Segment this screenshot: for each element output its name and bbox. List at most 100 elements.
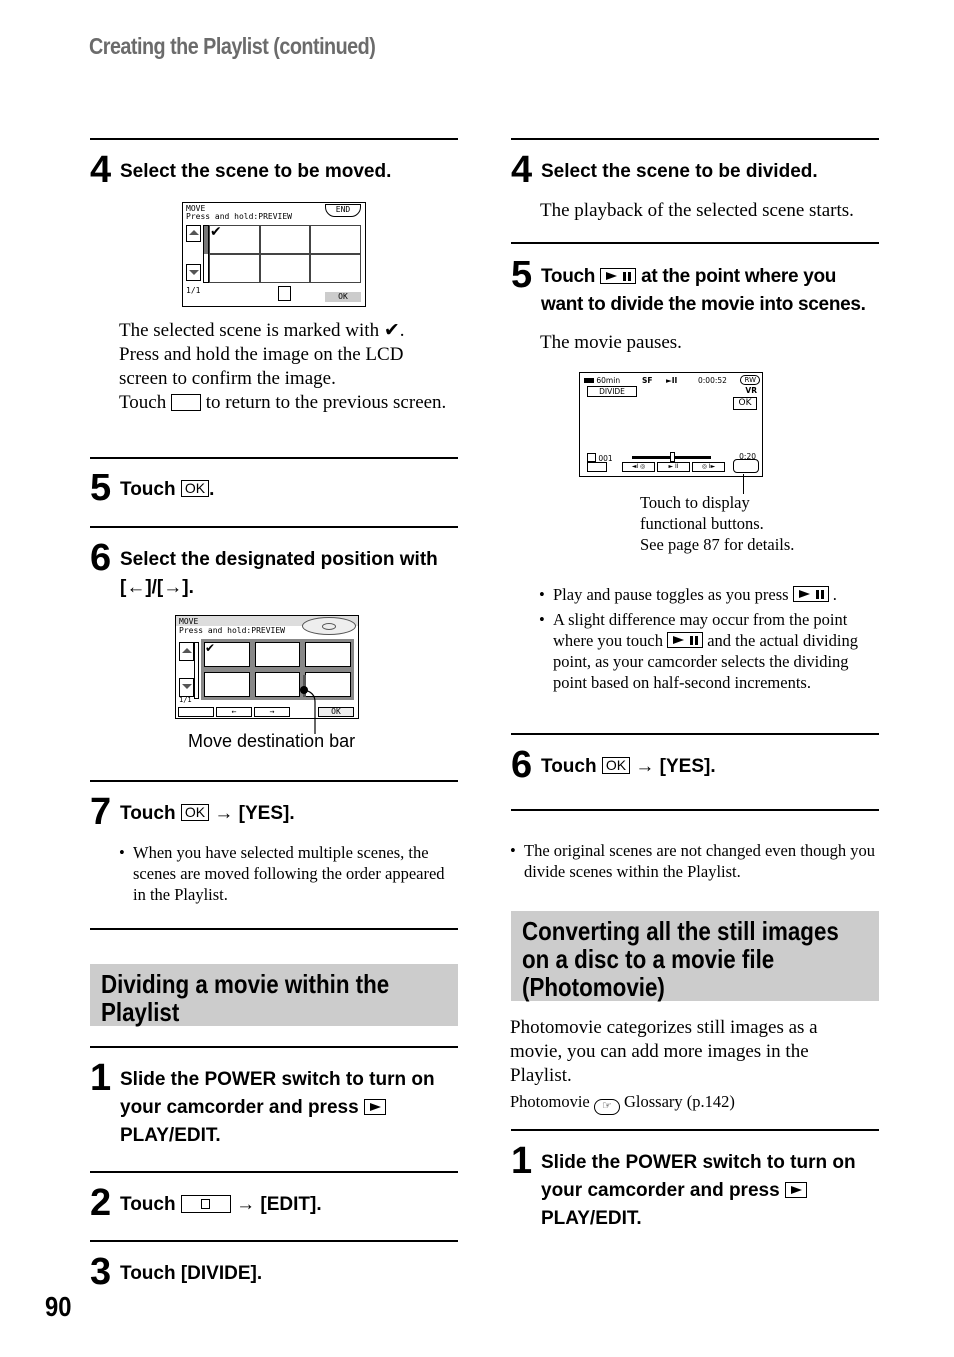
page-indicator: 1/1 <box>179 696 192 704</box>
step-1-photomovie: 1 Slide the POWER switch to turn on your… <box>511 1141 881 1233</box>
lcd-move-screen: MOVE Press and hold:PREVIEW END ✔ 1/1 OK <box>182 202 366 307</box>
glossary-reference: Photomovie ☞ Glossary (p.142) <box>510 1091 735 1115</box>
note-bullet: Play and pause toggles as you press . <box>539 584 879 605</box>
lcd-subtitle: Press and hold:PREVIEW <box>179 626 285 635</box>
step-number: 3 <box>90 1251 111 1293</box>
step-text: Select the scene to be moved. <box>120 161 392 182</box>
note-bullet: A slight difference may occur from the p… <box>539 609 879 693</box>
step-text: Touch <box>120 803 176 824</box>
step-7-move: 7 Touch OK → [YES]. <box>90 792 460 832</box>
lcd-divide-screen: 60min SF ►II 0:00:52 RW DIVIDE VR OK 001… <box>579 372 763 477</box>
step-3-divide: 3 Touch [DIVIDE]. <box>90 1252 460 1292</box>
section-title: Converting all the still images on a dis… <box>522 916 839 1002</box>
glossary-link[interactable]: Glossary (p.142) <box>624 1092 735 1111</box>
right-arrow-button[interactable]: → <box>254 707 290 717</box>
progress-handle[interactable] <box>670 452 675 462</box>
step-text: Select the scene to be divided. <box>541 161 818 182</box>
lcd-move-destination-screen: MOVE Press and hold:PREVIEW ✔ 1/1 ← → OK <box>175 615 359 719</box>
format-label: VR <box>745 386 757 395</box>
ok-icon: OK <box>180 480 210 497</box>
step-number: 6 <box>90 537 111 579</box>
divide-label: DIVIDE <box>587 386 637 397</box>
step-6-divide: 6 Touch OK → [YES]. <box>511 745 881 785</box>
timecode: 0:00:52 <box>698 376 727 385</box>
step-6-move: 6 Select the designated position with [←… <box>90 538 440 602</box>
body-line: to return to the previous screen. <box>205 392 447 413</box>
divider <box>90 138 458 140</box>
thumbnail[interactable] <box>210 255 259 282</box>
divider <box>511 809 879 811</box>
quality-icon: SF <box>642 376 653 385</box>
step-text: PLAY/EDIT. <box>120 1125 221 1146</box>
playlist-menu-icon <box>180 1195 231 1213</box>
page-indicator: 1/1 <box>186 286 201 295</box>
end-button[interactable]: END <box>325 204 361 217</box>
divider <box>511 733 879 735</box>
thumbnail[interactable] <box>204 672 250 697</box>
thumbnail[interactable] <box>254 672 301 697</box>
divider <box>511 138 879 140</box>
thumbnail[interactable] <box>311 226 360 253</box>
scroll-down-button[interactable] <box>179 678 194 697</box>
ok-button[interactable]: OK <box>325 292 361 302</box>
step-text: → [YES]. <box>635 756 716 777</box>
thumbnail[interactable] <box>260 255 310 282</box>
page-number: 90 <box>45 1291 72 1322</box>
thumbnail-selected[interactable]: ✔ <box>204 642 250 667</box>
step-text: → [YES]. <box>214 803 295 824</box>
thumbnail-grid: ✔ <box>201 639 354 700</box>
step-7-note: When you have selected multiple scenes, … <box>119 842 459 905</box>
divider <box>90 780 458 782</box>
frame-forward-button[interactable]: ◎ I► <box>692 462 725 472</box>
step-text: Touch <box>541 266 596 287</box>
thumbnail[interactable] <box>305 642 351 667</box>
ok-button[interactable]: OK <box>318 707 354 717</box>
play-pause-icon <box>667 632 704 648</box>
scrollbar[interactable] <box>194 642 199 699</box>
step-number: 2 <box>90 1182 111 1224</box>
thumbnail-grid: ✔ <box>209 225 361 283</box>
step-number: 4 <box>511 149 532 191</box>
section-heading-dividing: Dividing a movie within the Playlist <box>90 964 458 1026</box>
step-5-divide: 5 Touch at the point where you want to d… <box>511 255 883 319</box>
step-4-move: 4 Select the scene to be moved. <box>90 150 460 190</box>
step-text: Touch <box>541 756 597 777</box>
playlist-menu-icon[interactable] <box>278 286 291 301</box>
play-pause-button[interactable]: ► II <box>657 462 690 472</box>
frame-back-button[interactable]: ◄I ◎ <box>622 462 655 472</box>
step-number: 1 <box>511 1140 532 1182</box>
return-button[interactable] <box>178 707 214 717</box>
thumbnail[interactable] <box>260 226 310 253</box>
scroll-down-button[interactable] <box>186 264 201 281</box>
step-number: 5 <box>90 467 111 509</box>
divider <box>90 1171 458 1173</box>
step-text: Touch [DIVIDE]. <box>120 1263 263 1284</box>
step-number: 7 <box>90 791 111 833</box>
step-2-divide: 2 Touch → [EDIT]. <box>90 1183 460 1223</box>
pointing-hand-icon: ☞ <box>593 1099 620 1115</box>
step-5-move: 5 Touch OK. <box>90 468 460 508</box>
left-arrow-button[interactable]: ← <box>216 707 252 717</box>
glossary-term: Photomovie <box>510 1092 590 1111</box>
running-head: Creating the Playlist (continued) <box>89 33 376 59</box>
step-text: . <box>209 479 215 500</box>
thumbnail-selected[interactable]: ✔ <box>210 225 259 253</box>
divider <box>90 1240 458 1242</box>
scroll-up-button[interactable] <box>179 642 194 661</box>
divider <box>511 1129 879 1131</box>
callout-line <box>743 474 744 494</box>
ok-button[interactable]: OK <box>733 397 757 410</box>
callout-text: Touch to display functional buttons. See… <box>640 493 795 554</box>
body-line: Press and hold the image on the LCD scre… <box>119 344 404 389</box>
scroll-up-button[interactable] <box>186 225 201 242</box>
step-text: → [EDIT]. <box>236 1194 322 1215</box>
step-text: Touch <box>120 1194 176 1215</box>
return-button[interactable] <box>587 462 607 472</box>
ok-icon: OK <box>601 757 631 774</box>
step-text: Slide the POWER switch to turn on your c… <box>120 1069 435 1118</box>
thumbnail[interactable] <box>311 255 360 282</box>
function-buttons-toggle[interactable] <box>733 459 759 473</box>
section-title: Dividing a movie within the Playlist <box>101 969 390 1027</box>
ok-icon: OK <box>180 804 210 821</box>
thumbnail[interactable] <box>254 642 301 667</box>
